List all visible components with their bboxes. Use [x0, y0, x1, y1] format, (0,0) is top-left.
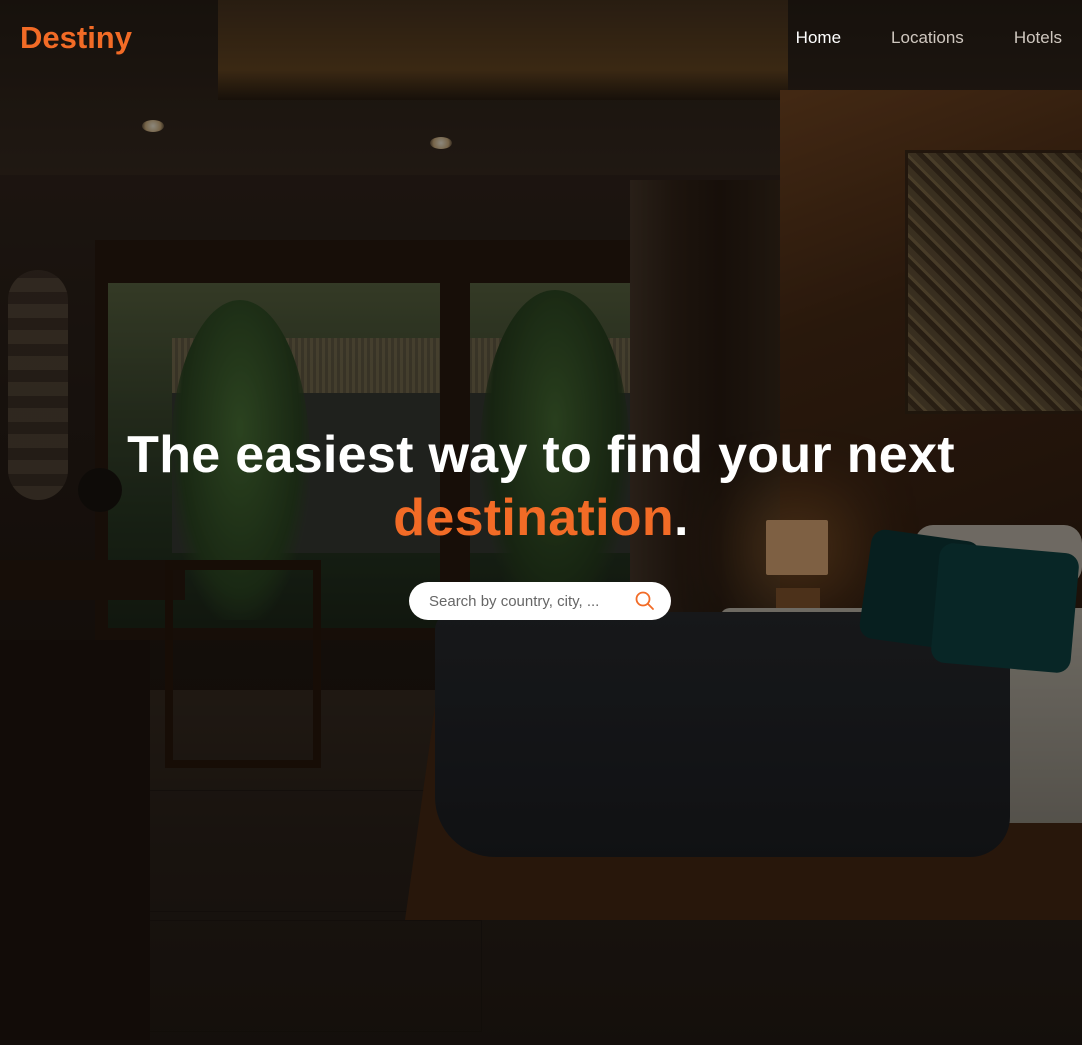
headline-end-punctuation: . [673, 489, 689, 547]
nav-link-locations[interactable]: Locations [891, 28, 964, 48]
nav-link-home[interactable]: Home [796, 28, 841, 48]
search-icon [634, 591, 656, 615]
search-form [409, 582, 671, 620]
navbar: Destiny Home Locations Hotels [0, 0, 1082, 76]
hero-content: The easiest way to find your next destin… [0, 424, 1082, 550]
search-input[interactable] [429, 582, 625, 620]
headline-main-text: The easiest way to find your next [127, 426, 955, 484]
headline-accent-text: destination [393, 489, 674, 547]
nav-links: Home Locations Hotels [796, 28, 1062, 48]
hero-headline: The easiest way to find your next destin… [0, 424, 1082, 550]
hero-section: Destiny Home Locations Hotels The easies… [0, 0, 1082, 1045]
search-button[interactable] [633, 590, 657, 612]
nav-link-hotels[interactable]: Hotels [1014, 28, 1062, 48]
brand-logo[interactable]: Destiny [20, 20, 132, 56]
